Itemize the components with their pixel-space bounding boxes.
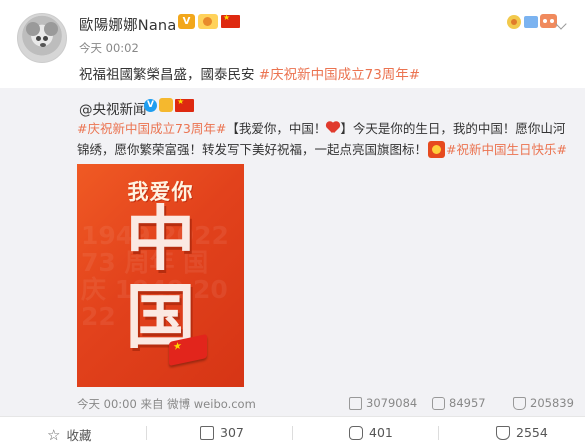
author-badges: V: [178, 13, 240, 29]
cctv-emoji-icon: [428, 141, 446, 158]
avatar-ear: [26, 22, 40, 36]
avatar-ear: [44, 22, 58, 36]
comment-icon: [432, 396, 445, 410]
comment-count: 401: [369, 425, 393, 440]
favorite-label: 收藏: [66, 428, 92, 443]
original-author[interactable]: @央视新闻: [79, 98, 147, 118]
original-hashtag[interactable]: #祝新中国生日快乐#: [446, 142, 567, 157]
avatar-eye: [36, 36, 41, 41]
china-flag-icon: [221, 13, 240, 28]
original-comment-value: 84957: [449, 396, 486, 410]
poster-char: 国: [125, 276, 196, 358]
divider: [146, 426, 147, 440]
original-hashtag[interactable]: #庆祝新中国成立73周年#: [77, 121, 226, 136]
original-author-badges: V: [144, 97, 194, 112]
original-repost-count[interactable]: 3079084: [349, 396, 417, 410]
original-comment-count[interactable]: 84957: [432, 396, 486, 410]
action-bar: ☆ 收藏 307 401 2554: [0, 416, 585, 446]
avatar-nose: [40, 43, 46, 47]
like-icon: [513, 396, 526, 410]
comment-icon: [349, 425, 363, 440]
post-hashtag[interactable]: #庆祝新中国成立73周年#: [259, 67, 420, 83]
forward-button[interactable]: 307: [200, 425, 244, 440]
post-text-plain: 祝福祖國繁榮昌盛，國泰民安: [79, 67, 255, 83]
vip-badge-icon: V: [178, 14, 195, 29]
like-button[interactable]: 2554: [496, 425, 548, 440]
verified-badge-icon: V: [144, 98, 157, 112]
comment-button[interactable]: 401: [349, 425, 393, 440]
divider: [292, 426, 293, 440]
weibo-post-card: 歐陽娜娜Nana V 今天 00:02 祝福祖國繁榮昌盛，國泰民安 #庆祝新中国…: [0, 0, 585, 446]
original-meta[interactable]: 今天 00:00 来自 微博 weibo.com: [77, 396, 256, 412]
forward-icon: [200, 425, 214, 440]
original-text-part: 【我爱你，中国！: [226, 121, 327, 136]
star-icon: ☆: [47, 425, 61, 444]
avatar-eye: [43, 36, 48, 41]
post-text: 祝福祖國繁榮昌盛，國泰民安 #庆祝新中国成立73周年#: [79, 63, 420, 83]
thumbs-up-icon: [496, 425, 510, 440]
original-text: #庆祝新中国成立73周年#【我爱你，中国！ 】今天是你的生日，我的中国！愿你山河锦…: [77, 118, 577, 160]
forward-count: 307: [220, 425, 244, 440]
poster-char: 中: [125, 198, 196, 280]
member-badge-icon: [198, 14, 218, 29]
gold-member-badge-icon: [159, 98, 173, 112]
poster-image[interactable]: 1949 2022 73 周年 国 庆 1949 2022 我爱你 中 国: [77, 164, 244, 387]
like-count: 2554: [516, 425, 548, 440]
favorite-button[interactable]: ☆ 收藏: [47, 425, 91, 444]
original-like-value: 205839: [530, 396, 574, 410]
avatar[interactable]: [17, 13, 67, 63]
china-flag-icon: [175, 97, 194, 112]
original-like-count[interactable]: 205839: [513, 396, 574, 410]
holiday-decoration-icon: [507, 14, 557, 29]
heart-icon: [326, 122, 340, 134]
divider: [438, 426, 439, 440]
author-name[interactable]: 歐陽娜娜Nana: [79, 14, 176, 35]
post-time[interactable]: 今天 00:02: [79, 40, 139, 56]
original-repost-value: 3079084: [366, 396, 418, 410]
repost-icon: [349, 396, 362, 410]
